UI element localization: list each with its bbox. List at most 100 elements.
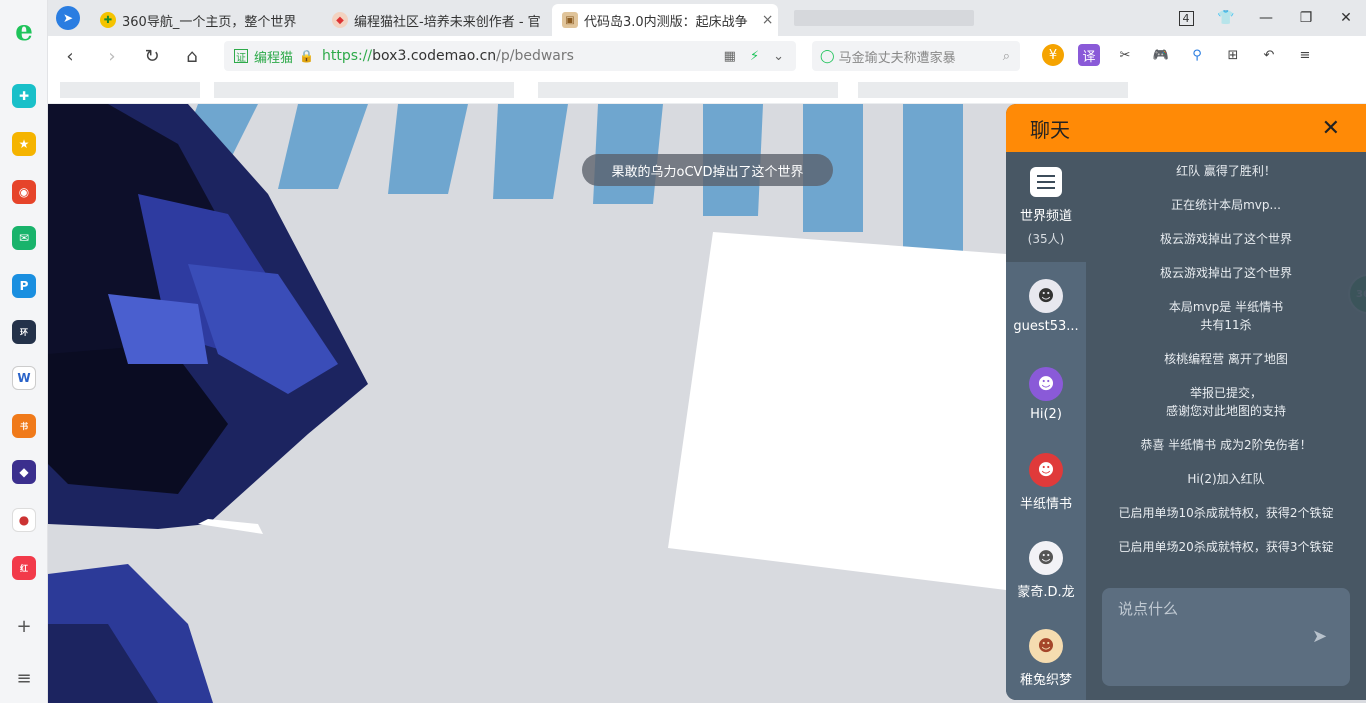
player-item[interactable]: ☻ 稚兔织梦 xyxy=(1006,614,1086,700)
360-favicon-icon: ✚ xyxy=(100,12,116,28)
game-toast: 果敢的乌力oCVD掉出了这个世界 xyxy=(582,154,833,186)
window-controls: 4 👕 — ❐ ✕ xyxy=(1166,0,1366,36)
home-icon[interactable]: ⌂ xyxy=(180,44,204,68)
url-protocol: https:// xyxy=(321,48,373,64)
forward-icon[interactable]: › xyxy=(100,44,124,68)
magnifier-icon[interactable]: ⚲ xyxy=(1186,44,1208,66)
chat-message: 已启用单场20杀成就特权，获得3个铁锭 xyxy=(1118,540,1334,554)
search-placeholder: 马金瑜丈夫称遭家暴 xyxy=(838,50,956,66)
url-path: /p/bedwars xyxy=(496,48,574,64)
tab-count-badge[interactable]: 4 xyxy=(1166,10,1206,26)
chat-header: 聊天 ✕ xyxy=(1006,104,1366,152)
mail-icon[interactable]: ✉ xyxy=(12,226,36,250)
game-app-icon[interactable]: ◆ xyxy=(12,460,36,484)
url-bar[interactable]: 证 编程猫 🔒 https://box3.codemao.cn/p/bedwar… xyxy=(224,41,796,71)
close-tab-icon[interactable]: × xyxy=(762,12,774,28)
gamepad-icon[interactable]: 🎮 xyxy=(1150,44,1172,66)
player-item[interactable]: ☻ 蒙奇.D.龙 xyxy=(1006,526,1086,614)
send-icon[interactable]: ➤ xyxy=(1312,626,1327,647)
blurred-bookmark xyxy=(60,82,200,98)
search-box[interactable]: ◯ 马金瑜丈夫称遭家暴 ⌕ xyxy=(812,41,1020,71)
avatar: ☻ xyxy=(1029,278,1063,313)
tab-bar: ➤ ✚ 360导航_一个主页，整个世界 ◆ 编程猫社区-培养未来创作者 - 官 … xyxy=(48,0,1366,36)
tab-360-nav[interactable]: ✚ 360导航_一个主页，整个世界 xyxy=(90,4,320,36)
scissors-icon[interactable]: ✂ xyxy=(1114,44,1136,66)
channel-world-label: 世界频道 xyxy=(1019,209,1072,224)
player-item[interactable]: ☻ guest53... xyxy=(1006,262,1086,350)
lock-icon: 🔒 xyxy=(299,49,314,63)
chat-message: 正在统计本局mvp... xyxy=(1171,198,1281,212)
search-engine-icon: ◯ xyxy=(820,48,835,64)
qr-code-icon[interactable]: ▦ xyxy=(724,49,736,64)
channel-world-count: (35人) xyxy=(1027,232,1065,246)
chat-panel: 聊天 ✕ 世界频道 (35人) ☻ guest53... ☻ Hi(2) ☻ 半… xyxy=(1006,104,1366,700)
chat-input-placeholder: 说点什么 xyxy=(1118,600,1179,618)
codemao-favicon-icon: ◆ xyxy=(332,12,348,28)
chat-message: 本局mvp是 半纸情书 共有11杀 xyxy=(1168,300,1284,332)
player-list: ☻ guest53... ☻ Hi(2) ☻ 半纸情书 ☻ 蒙奇.D.龙 ☻ 稚… xyxy=(1006,262,1086,700)
search-icon[interactable]: ⌕ xyxy=(1003,49,1010,64)
novel-app-icon[interactable]: 书 xyxy=(12,414,36,438)
lightning-icon[interactable]: ⚡ xyxy=(750,49,759,64)
avatar: ☻ xyxy=(1029,452,1063,487)
blurred-bookmark xyxy=(214,82,514,98)
tab-bedwars[interactable]: ▣ 代码岛3.0内测版：起床战争 × xyxy=(552,4,778,36)
sidebar-menu-icon[interactable]: ≡ xyxy=(12,666,36,690)
avatar: ☻ xyxy=(1029,366,1063,401)
undo-icon[interactable]: ↶ xyxy=(1258,44,1280,66)
channel-world[interactable]: 世界频道 (35人) xyxy=(1006,152,1086,262)
tab-title: 360导航_一个主页，整个世界 xyxy=(122,14,297,30)
grid-apps-icon[interactable]: ⊞ xyxy=(1222,44,1244,66)
word-doc-icon[interactable]: W xyxy=(12,366,36,390)
chat-message: 核桃编程营 离开了地图 xyxy=(1164,352,1288,366)
tab-title: 编程猫社区-培养未来创作者 - 官 xyxy=(354,14,541,30)
avatar: ☻ xyxy=(1029,540,1063,575)
player-name: 稚兔织梦 xyxy=(1019,672,1072,688)
close-icon[interactable]: ✕ xyxy=(1322,116,1340,141)
coin-icon[interactable]: ¥ xyxy=(1042,44,1064,66)
player-name: 半纸情书 xyxy=(1019,496,1072,512)
translate-icon[interactable]: 译 xyxy=(1078,44,1100,66)
player-item[interactable]: ☻ Hi(2) xyxy=(1006,350,1086,438)
white-block-floor xyxy=(668,232,1006,590)
chat-message: 极云游戏掉出了这个世界 xyxy=(1159,266,1292,280)
player-name: Hi(2) xyxy=(1030,406,1062,422)
chat-message: 已启用单场10杀成就特权，获得2个铁锭 xyxy=(1118,506,1334,520)
player-name: 蒙奇.D.龙 xyxy=(1017,584,1075,600)
tab-count-value: 4 xyxy=(1178,11,1194,26)
weibo-icon[interactable]: ◉ xyxy=(12,180,36,204)
toolbar-icons: ¥ 译 ✂ 🎮 ⚲ ⊞ ↶ ≡ xyxy=(1042,44,1316,66)
add-app-icon[interactable]: + xyxy=(12,614,36,638)
tab-codemao-community[interactable]: ◆ 编程猫社区-培养未来创作者 - 官 xyxy=(322,4,550,36)
chat-message: 极云游戏掉出了这个世界 xyxy=(1159,232,1292,246)
box-favicon-icon: ▣ xyxy=(562,12,578,28)
navigation-icon[interactable]: ➤ xyxy=(56,6,80,30)
back-icon[interactable]: ‹ xyxy=(58,44,82,68)
chat-message: Hi(2)加入红队 xyxy=(1187,472,1265,486)
menu-icon[interactable]: ≡ xyxy=(1294,44,1316,66)
reload-icon[interactable]: ↻ xyxy=(140,44,164,68)
star-favorites-icon[interactable]: ★ xyxy=(12,132,36,156)
xiaohongshu-icon[interactable]: 红 xyxy=(12,556,36,580)
pp-app-icon[interactable]: P xyxy=(12,274,36,298)
player-item[interactable]: ☻ 半纸情书 xyxy=(1006,438,1086,526)
blurred-bookmark xyxy=(858,82,1128,98)
tab-title: 代码岛3.0内测版：起床战争 xyxy=(584,14,748,30)
avatar: ☻ xyxy=(1029,628,1063,663)
player-name: guest53... xyxy=(1013,318,1079,334)
browser-logo-icon[interactable]: e xyxy=(10,14,38,47)
chat-message: 红队 赢得了胜利！ xyxy=(1176,164,1276,178)
close-window-icon[interactable]: ✕ xyxy=(1326,10,1366,26)
shirt-skin-icon[interactable]: 👕 xyxy=(1206,10,1246,26)
minimize-icon[interactable]: — xyxy=(1246,10,1286,26)
restore-icon[interactable]: ❐ xyxy=(1286,10,1326,26)
chevron-down-icon[interactable]: ⌄ xyxy=(773,49,784,64)
chat-message: 恭喜 半纸情书 成为2阶免伤者！ xyxy=(1140,438,1312,452)
chat-bubble-icon xyxy=(1030,167,1062,197)
global-game-app-icon[interactable]: 环 xyxy=(12,320,36,344)
blurred-bookmark xyxy=(538,82,838,98)
chat-messages: 红队 赢得了胜利！ 正在统计本局mvp... 极云游戏掉出了这个世界 极云游戏掉… xyxy=(1092,162,1360,572)
panda-app-icon[interactable]: ● xyxy=(12,508,36,532)
chat-message: 举报已提交， 感谢您对此地图的支持 xyxy=(1165,386,1286,418)
plus-cross-app-icon[interactable]: ✚ xyxy=(12,84,36,108)
